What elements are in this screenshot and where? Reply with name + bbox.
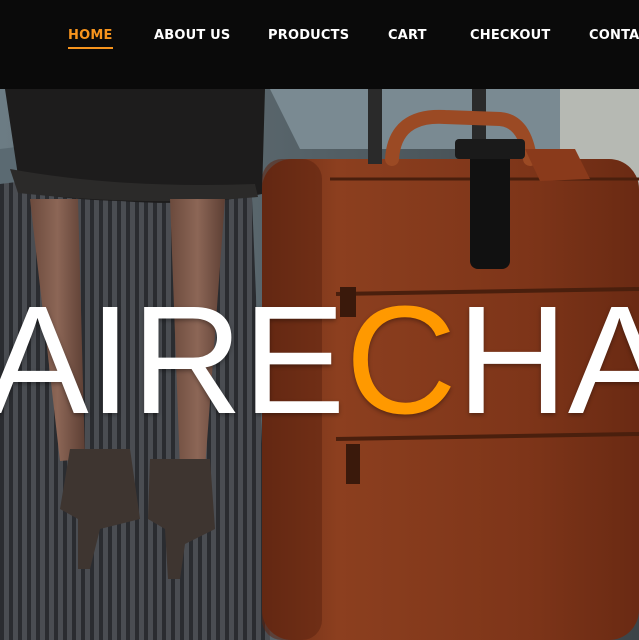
hero-title: AIRECHA [0, 283, 639, 437]
page: HOME ABOUT US PRODUCTS CART CHECKOUT CON… [0, 0, 639, 640]
main-nav: HOME ABOUT US PRODUCTS CART CHECKOUT CON… [0, 0, 639, 89]
nav-about-us[interactable]: ABOUT US [154, 27, 231, 47]
nav-checkout[interactable]: CHECKOUT [470, 27, 550, 47]
hero-title-part-2: HA [456, 274, 639, 446]
nav-contact[interactable]: CONTAC [589, 27, 639, 47]
nav-products[interactable]: PRODUCTS [268, 27, 349, 47]
nav-cart[interactable]: CART [388, 27, 427, 47]
hero-title-accent: C [345, 274, 457, 446]
hero-title-part-1: AIRE [0, 274, 346, 446]
nav-home[interactable]: HOME [68, 27, 113, 49]
hero-banner: AIRECHA [0, 89, 639, 640]
